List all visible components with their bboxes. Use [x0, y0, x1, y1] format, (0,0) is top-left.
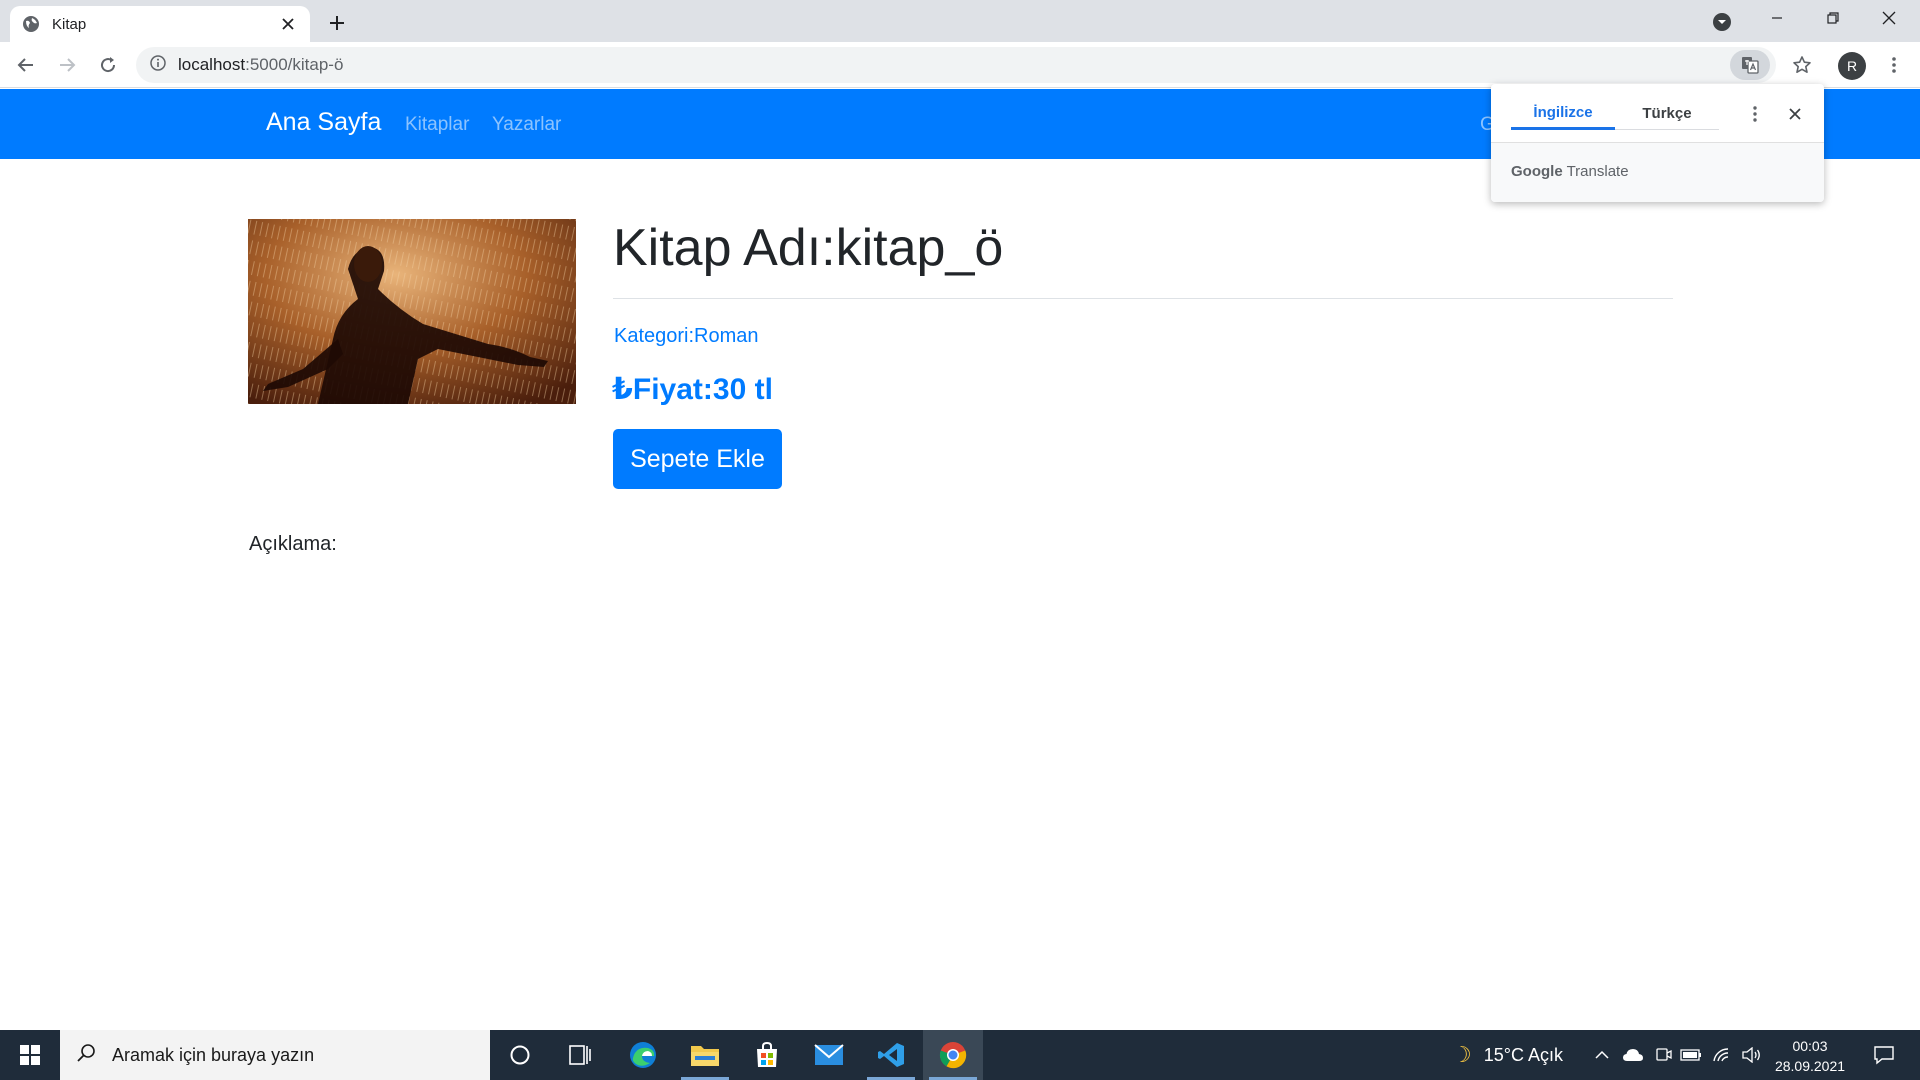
chrome-menu-icon[interactable] [1880, 51, 1908, 79]
translate-popup: İngilizce Türkçe Google Translate [1491, 84, 1824, 202]
meet-now-icon[interactable] [1650, 1030, 1676, 1080]
tab-title: Kitap [52, 15, 87, 33]
category-link[interactable]: Kategori:Roman [614, 325, 759, 348]
clock-time: 00:03 [1792, 1038, 1828, 1054]
edge-browser-icon[interactable] [613, 1030, 673, 1080]
window-close-icon[interactable] [1861, 0, 1917, 36]
nav-link-yazarlar[interactable]: Yazarlar [492, 114, 561, 136]
book-cover-image [248, 219, 576, 404]
forward-arrow-icon[interactable] [51, 49, 83, 81]
notification-center-icon[interactable] [1864, 1030, 1904, 1080]
microsoft-store-icon[interactable] [737, 1030, 797, 1080]
nav-link-kitaplar[interactable]: Kitaplar [405, 114, 469, 136]
add-to-cart-button[interactable]: Sepete Ekle [613, 429, 782, 489]
moon-icon: ☽ [1452, 1042, 1472, 1067]
weather-text: 15°C Açık [1483, 1044, 1563, 1065]
wifi-icon[interactable] [1709, 1030, 1735, 1080]
minimize-icon[interactable] [1749, 0, 1805, 36]
translate-tab-turkce[interactable]: Türkçe [1615, 98, 1719, 130]
title-divider [613, 298, 1673, 299]
info-icon[interactable] [150, 54, 166, 76]
translate-options-icon[interactable] [1741, 100, 1769, 128]
price-text: ₺Fiyat:30 tl [612, 373, 773, 406]
restore-icon[interactable] [1805, 0, 1861, 36]
translate-icon[interactable] [1730, 50, 1770, 80]
translate-footer: Google Translate [1491, 143, 1824, 202]
book-title: Kitap Adı:kitap_ö [613, 219, 1004, 277]
close-tab-icon[interactable] [278, 14, 298, 34]
taskbar-search-box[interactable]: Aramak için buraya yazın [60, 1030, 490, 1080]
translate-language-tabs: İngilizce Türkçe [1511, 98, 1719, 130]
chrome-icon[interactable] [923, 1030, 983, 1080]
new-tab-icon[interactable] [323, 9, 351, 37]
onedrive-cloud-icon[interactable] [1620, 1030, 1646, 1080]
volume-icon[interactable] [1738, 1030, 1764, 1080]
translate-tab-ingilizce[interactable]: İngilizce [1511, 98, 1615, 130]
vscode-icon[interactable] [861, 1030, 921, 1080]
chevron-up-icon[interactable] [1589, 1030, 1615, 1080]
browser-tab[interactable]: Kitap [10, 6, 310, 42]
back-arrow-icon[interactable] [10, 49, 42, 81]
mail-icon[interactable] [799, 1030, 859, 1080]
address-bar[interactable]: localhost:5000/kitap-ö [136, 47, 1776, 83]
browser-tab-strip: Kitap [0, 0, 1920, 42]
bookmark-star-icon[interactable] [1787, 50, 1817, 80]
taskbar-search-placeholder: Aramak için buraya yazın [112, 1044, 315, 1065]
browser-toolbar: localhost:5000/kitap-ö R [0, 42, 1920, 88]
tab-search-icon[interactable] [1709, 9, 1735, 35]
search-icon [76, 1043, 96, 1068]
translate-close-icon[interactable] [1781, 100, 1809, 128]
brand-link-ana-sayfa[interactable]: Ana Sayfa [266, 108, 381, 137]
description-label: Açıklama: [249, 533, 337, 555]
google-translate-brand: Google Translate [1511, 163, 1629, 180]
windows-taskbar: Aramak için buraya yazın ☽ 15°C Açık 00:… [0, 1030, 1920, 1080]
cortana-icon[interactable] [490, 1030, 550, 1080]
url-text: localhost:5000/kitap-ö [178, 55, 344, 74]
profile-avatar[interactable]: R [1838, 52, 1866, 80]
battery-icon[interactable] [1678, 1030, 1704, 1080]
task-view-icon[interactable] [550, 1030, 610, 1080]
weather-widget[interactable]: ☽ 15°C Açık [1452, 1030, 1563, 1080]
reload-icon[interactable] [92, 49, 124, 81]
windows-start-icon[interactable] [0, 1030, 60, 1080]
taskbar-clock[interactable]: 00:03 28.09.2021 [1770, 1036, 1850, 1076]
globe-icon [22, 15, 40, 33]
clock-date: 28.09.2021 [1774, 1058, 1846, 1074]
file-explorer-icon[interactable] [675, 1030, 735, 1080]
